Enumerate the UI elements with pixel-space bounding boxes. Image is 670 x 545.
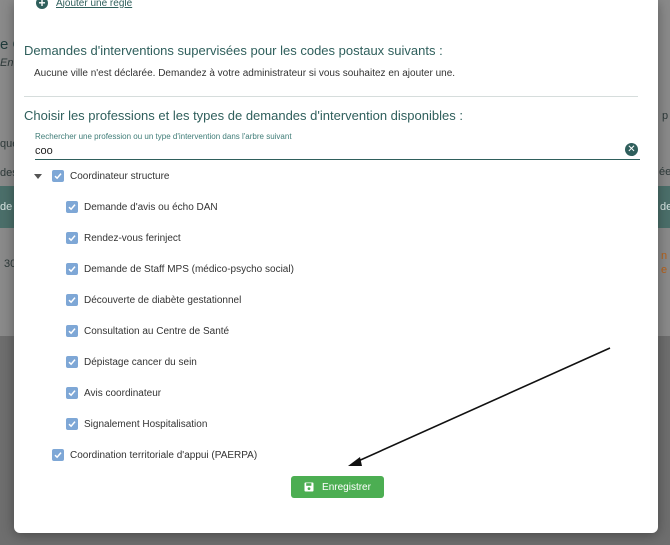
annotation-arrow — [348, 347, 611, 466]
annotation-arrow-line — [355, 347, 611, 463]
annotation-arrow-head — [348, 457, 362, 466]
